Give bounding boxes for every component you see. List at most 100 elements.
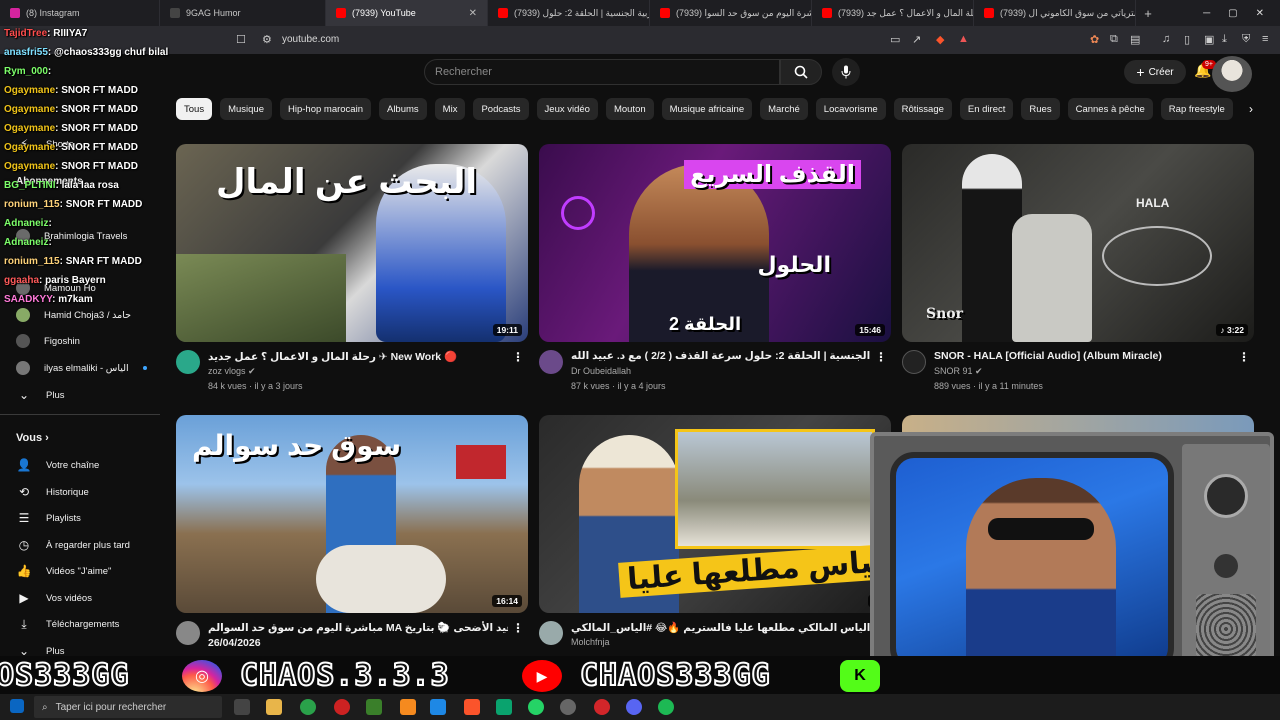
chip-rues[interactable]: Rues (1021, 98, 1060, 120)
check-badge-icon (561, 196, 595, 230)
menu-icon[interactable]: ≡ (1262, 33, 1268, 45)
sidebar-plus[interactable]: ⌄ Plus (16, 385, 65, 405)
video-title[interactable]: SNOR - HALA [Official Audio] (Album Mira… (934, 350, 1234, 362)
channel-avatar (16, 334, 30, 348)
channel-avatar[interactable] (176, 350, 200, 374)
video-title[interactable]: رحلة المال و الاعمال ؟ عمل جديد ✈ New Wo… (208, 350, 508, 363)
download-icon[interactable]: ⤓ (1222, 33, 1227, 46)
chip-podcasts[interactable]: Podcasts (473, 98, 529, 120)
chrome-icon[interactable] (300, 699, 316, 715)
chip-jeux-video[interactable]: Jeux vidéo (536, 98, 598, 120)
chip-mouton[interactable]: Mouton (605, 98, 654, 120)
taskbar-search[interactable]: ⌕ Taper ici pour rechercher (34, 696, 222, 718)
close-window-button[interactable]: ✕ (1256, 8, 1264, 19)
video-title[interactable]: مباشرة اليوم من سوق حد السوالم MA مع اثم… (208, 621, 508, 634)
search-input[interactable]: Rechercher (424, 59, 780, 85)
video-title[interactable]: الياس المالكي مطلعها عليا فالستريم 🔥😂 #ا… (571, 621, 871, 634)
sidebar-item-liked-videos[interactable]: 👍 Vidéos "J'aime" (16, 561, 112, 581)
chip-marche[interactable]: Marché (760, 98, 808, 120)
vlc-icon[interactable] (400, 699, 416, 715)
vous-heading[interactable]: Vous › (16, 432, 49, 444)
minimize-button[interactable]: ─ (1203, 8, 1210, 19)
puzzle-icon[interactable]: ⧉ (1110, 33, 1118, 46)
video-card[interactable]: سوق حد سوالم 16:14 مباشرة اليوم من سوق ح… (176, 415, 528, 655)
browser-tab[interactable]: (7939) مشترياتي من سوق الكاموني ال (974, 0, 1136, 26)
media-icon[interactable]: ♫ (1162, 33, 1170, 45)
channel-avatar[interactable] (539, 621, 563, 645)
search-button[interactable] (780, 59, 822, 85)
sidebar-toggle-icon[interactable]: ▤ (1130, 33, 1140, 46)
share-icon[interactable]: ↗ (912, 33, 921, 46)
chip-cannes-a-peche[interactable]: Cannes à pêche (1067, 98, 1153, 120)
chip-en-direct[interactable]: En direct (959, 98, 1014, 120)
browser-tab-active[interactable]: (7939) YouTube ✕ (326, 0, 488, 26)
more-options-icon[interactable]: ⋮ (1238, 350, 1250, 364)
video-card[interactable]: القذف السريع الحلول الحلقة 2 15:46 الترب… (539, 144, 891, 394)
store-icon[interactable] (430, 699, 446, 715)
screen-icon[interactable]: ▭ (890, 33, 900, 46)
extension-icon[interactable]: ✿ (1090, 33, 1099, 46)
create-button[interactable]: + Créer (1124, 60, 1186, 84)
brave-rewards-icon[interactable]: ▲ (958, 33, 969, 45)
more-options-icon[interactable]: ⋮ (512, 350, 524, 364)
chip-mix[interactable]: Mix (434, 98, 466, 120)
browser-tab[interactable]: (8) Instagram (0, 0, 160, 26)
wallet-icon[interactable]: ▣ (1204, 33, 1214, 46)
video-thumbnail[interactable]: القذف السريع الحلول الحلقة 2 15:46 (539, 144, 891, 342)
close-tab-icon[interactable]: ✕ (469, 8, 477, 19)
new-tab-button[interactable]: + (1136, 0, 1160, 26)
spotify-icon[interactable] (658, 699, 674, 715)
browser-tab[interactable]: (7939) مباشرة اليوم من سوق حد السوا (650, 0, 812, 26)
sidebar-item-votre-chaine[interactable]: 👤 Votre chaîne (16, 455, 100, 475)
discord-icon[interactable] (626, 699, 642, 715)
opera-gx-icon[interactable] (594, 699, 610, 715)
app-icon[interactable] (496, 699, 512, 715)
more-options-icon[interactable]: ⋮ (512, 621, 524, 635)
sidebar-item-watch-later[interactable]: ◷ À regarder plus tard (16, 535, 130, 555)
channel-name[interactable]: Molchfnja (571, 637, 610, 647)
browser-tab[interactable]: 9GAG Humor (160, 0, 326, 26)
vpn-icon[interactable]: ⛨ (1242, 33, 1250, 46)
duration-badge: ♪ 3:22 (1216, 324, 1248, 336)
reader-icon[interactable]: ▯ (1184, 33, 1190, 46)
chip-musique-africaine[interactable]: Musique africaine (661, 98, 753, 120)
app-icon[interactable] (366, 699, 382, 715)
chip-rap-freestyle[interactable]: Rap freestyle (1160, 98, 1233, 120)
windows-start-icon[interactable] (10, 699, 24, 713)
video-thumbnail[interactable]: HALA Snor ♪ 3:22 (902, 144, 1254, 342)
brave-shield-icon[interactable]: ◆ (936, 33, 944, 46)
file-explorer-icon[interactable] (266, 699, 282, 715)
duration-badge: 19:11 (492, 324, 522, 336)
channel-name[interactable]: Dr Oubeidallah (571, 366, 631, 376)
browser-tab[interactable]: (7939) التربية الجنسية | الحلقة 2: حلول (488, 0, 650, 26)
sidebar-item-downloads[interactable]: ⤓ Téléchargements (16, 614, 119, 634)
task-view-icon[interactable] (234, 699, 250, 715)
channel-avatar[interactable] (176, 621, 200, 645)
sidebar-item-playlists[interactable]: ☰ Playlists (16, 508, 81, 528)
more-options-icon[interactable]: ⋮ (875, 350, 887, 364)
channel-avatar[interactable] (539, 350, 563, 374)
channel-name[interactable]: SNOR 91 ✔ (934, 366, 983, 377)
video-title[interactable]: التربية الجنسية | الحلقة 2: حلول سرعة ال… (571, 350, 871, 362)
chip-locavorisme[interactable]: Locavorisme (815, 98, 886, 120)
video-card[interactable]: الياس مطلعها عليا 17 الياس المالكي مطلعه… (539, 415, 891, 655)
video-card[interactable]: HALA Snor ♪ 3:22 SNOR - HALA [Official A… (902, 144, 1254, 394)
sidebar-channel[interactable]: Figoshin (16, 331, 80, 351)
account-avatar[interactable] (1212, 56, 1252, 92)
browser-tab[interactable]: (7939) رحلة المال و الاعمال ؟ عمل جد (812, 0, 974, 26)
whatsapp-icon[interactable] (528, 699, 544, 715)
opera-icon[interactable] (334, 699, 350, 715)
sidebar-item-historique[interactable]: ⟲ Historique (16, 482, 89, 502)
brave-icon[interactable] (464, 699, 480, 715)
channel-avatar[interactable] (902, 350, 926, 374)
chip-rotissage[interactable]: Rôtissage (893, 98, 952, 120)
chips-next-arrow[interactable]: › (1240, 98, 1262, 120)
sidebar-item-your-videos[interactable]: ▶ Vos vidéos (16, 588, 92, 608)
video-thumbnail[interactable]: الياس مطلعها عليا 17 (539, 415, 891, 613)
voice-search-button[interactable] (832, 58, 860, 86)
channel-name[interactable]: zoz vlogs ✔ (208, 366, 256, 377)
video-thumbnail[interactable]: سوق حد سوالم 16:14 (176, 415, 528, 613)
openai-icon[interactable] (560, 699, 576, 715)
maximize-button[interactable]: ▢ (1228, 8, 1237, 19)
sidebar-channel[interactable]: ilyas elmaliki - الياس (16, 358, 147, 378)
